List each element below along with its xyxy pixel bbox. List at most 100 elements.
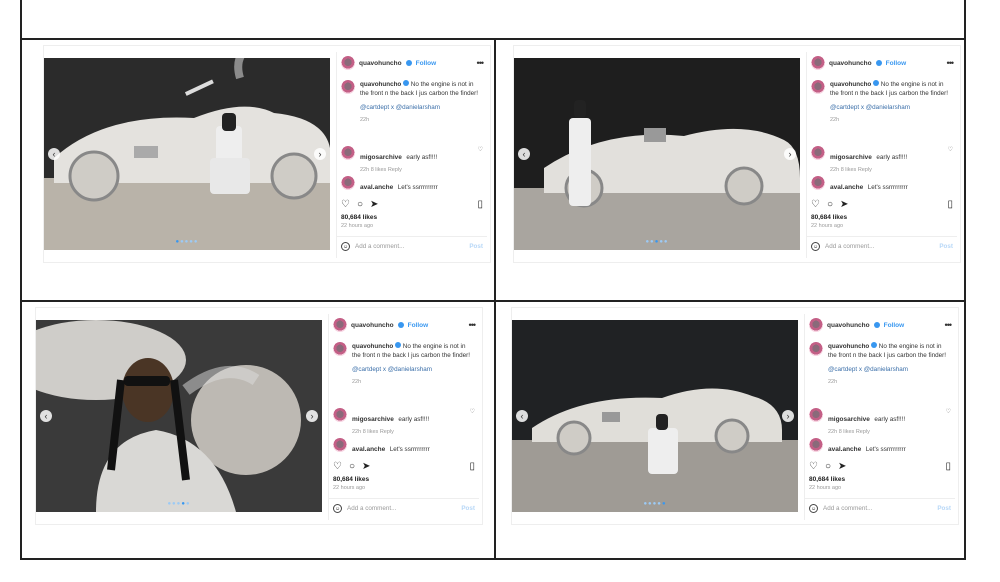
follow-button[interactable]: Follow [416, 60, 437, 67]
share-icon[interactable]: ➤ [838, 461, 846, 472]
comment-input[interactable]: Add a comment... [347, 505, 396, 512]
caption-username[interactable]: quavohuncho [830, 81, 871, 88]
more-options-icon[interactable]: ••• [477, 58, 485, 68]
like-count[interactable]: 80,684 likes [341, 214, 377, 221]
comment-username[interactable]: aval.anche [360, 184, 393, 191]
post-media[interactable]: ‹ › ●●●●● [514, 58, 800, 250]
comment-icon[interactable]: ○ [357, 199, 363, 210]
avatar[interactable] [811, 80, 825, 94]
more-options-icon[interactable]: ••• [469, 320, 477, 330]
comment-meta[interactable]: 22h 8 likes Reply [360, 167, 437, 173]
comment-username[interactable]: migosarchive [352, 416, 394, 423]
follow-button[interactable]: Follow [884, 322, 905, 329]
heart-icon[interactable]: ♡ [333, 461, 342, 472]
previous-slide-button[interactable]: ‹ [48, 148, 60, 160]
avatar[interactable] [811, 56, 825, 70]
comment-username[interactable]: migosarchive [828, 416, 870, 423]
more-options-icon[interactable]: ••• [947, 58, 955, 68]
heart-icon[interactable]: ♡ [341, 199, 350, 210]
comment-icon[interactable]: ○ [825, 461, 831, 472]
post-media[interactable]: ‹ › ●●●●● [512, 320, 798, 512]
caption-tags[interactable]: @cartdept x @danielarsham [828, 366, 951, 375]
comment-username[interactable]: aval.anche [828, 446, 861, 453]
share-icon[interactable]: ➤ [370, 199, 378, 210]
caption-username[interactable]: quavohuncho [352, 343, 393, 350]
comment-username[interactable]: migosarchive [360, 154, 402, 161]
emoji-icon[interactable]: ☺ [333, 504, 342, 513]
comment-input[interactable]: Add a comment... [825, 243, 874, 250]
heart-icon[interactable]: ♡ [948, 146, 953, 153]
avatar[interactable] [811, 176, 825, 190]
avatar[interactable] [333, 438, 347, 452]
like-count[interactable]: 80,684 likes [333, 476, 369, 483]
comment-username[interactable]: migosarchive [830, 154, 872, 161]
next-slide-button[interactable]: › [314, 148, 326, 160]
comment-username[interactable]: aval.anche [830, 184, 863, 191]
follow-button[interactable]: Follow [408, 322, 429, 329]
username[interactable]: quavohuncho [351, 322, 394, 329]
comment-meta[interactable]: 22h 8 likes Reply [828, 429, 905, 435]
heart-icon[interactable]: ♡ [470, 408, 475, 415]
avatar[interactable] [811, 146, 825, 160]
share-icon[interactable]: ➤ [362, 461, 370, 472]
post-comment-button[interactable]: Post [937, 505, 951, 512]
avatar[interactable] [333, 318, 347, 332]
heart-icon[interactable]: ♡ [809, 461, 818, 472]
heart-icon[interactable]: ♡ [811, 199, 820, 210]
caption-tags[interactable]: @cartdept x @danielarsham [352, 366, 475, 375]
like-count[interactable]: 80,684 likes [811, 214, 847, 221]
caption-tags[interactable]: @cartdept x @danielarsham [360, 104, 483, 113]
bookmark-icon[interactable]: ▯ [945, 461, 951, 472]
post-comment-button[interactable]: Post [469, 243, 483, 250]
username[interactable]: quavohuncho [359, 60, 402, 67]
avatar[interactable] [341, 146, 355, 160]
avatar[interactable] [333, 342, 347, 356]
previous-slide-button[interactable]: ‹ [516, 410, 528, 422]
caption-username[interactable]: quavohuncho [360, 81, 401, 88]
previous-slide-button[interactable]: ‹ [40, 410, 52, 422]
comment-input[interactable]: Add a comment... [823, 505, 872, 512]
caption-tags[interactable]: @cartdept x @danielarsham [830, 104, 953, 113]
next-slide-button[interactable]: › [784, 148, 796, 160]
comment-meta[interactable]: 22h 8 likes Reply [352, 429, 429, 435]
username[interactable]: quavohuncho [829, 60, 872, 67]
heart-icon[interactable]: ♡ [478, 146, 483, 153]
post-media[interactable]: ‹ › ●●●●● [36, 320, 322, 512]
comment-input[interactable]: Add a comment... [355, 243, 404, 250]
avatar[interactable] [341, 176, 355, 190]
caption-username[interactable]: quavohuncho [828, 343, 869, 350]
comment-meta[interactable]: 22h 8 likes Reply [830, 167, 907, 173]
add-comment-bar: ☺ Add a comment... Post [805, 498, 955, 518]
comment-username[interactable]: aval.anche [352, 446, 385, 453]
comment-icon[interactable]: ○ [349, 461, 355, 472]
post-media[interactable]: ‹ › ●●●●● [44, 58, 330, 250]
heart-icon[interactable]: ♡ [946, 408, 951, 415]
username[interactable]: quavohuncho [827, 322, 870, 329]
emoji-icon[interactable]: ☺ [341, 242, 350, 251]
bookmark-icon[interactable]: ▯ [477, 199, 483, 210]
emoji-icon[interactable]: ☺ [809, 504, 818, 513]
bookmark-icon[interactable]: ▯ [947, 199, 953, 210]
avatar[interactable] [809, 342, 823, 356]
comment-icon[interactable]: ○ [827, 199, 833, 210]
avatar[interactable] [809, 438, 823, 452]
follow-button[interactable]: Follow [886, 60, 907, 67]
avatar[interactable] [341, 80, 355, 94]
instagram-post: ‹ › ●●●●● quavohuncho Follow ••• quavohu… [36, 308, 482, 524]
post-comment-button[interactable]: Post [461, 505, 475, 512]
bookmark-icon[interactable]: ▯ [469, 461, 475, 472]
post-photo [514, 58, 800, 250]
next-slide-button[interactable]: › [306, 410, 318, 422]
share-icon[interactable]: ➤ [840, 199, 848, 210]
more-options-icon[interactable]: ••• [945, 320, 953, 330]
previous-slide-button[interactable]: ‹ [518, 148, 530, 160]
like-count[interactable]: 80,684 likes [809, 476, 845, 483]
avatar[interactable] [809, 408, 823, 422]
avatar[interactable] [809, 318, 823, 332]
avatar[interactable] [341, 56, 355, 70]
next-slide-button[interactable]: › [782, 410, 794, 422]
post-comment-button[interactable]: Post [939, 243, 953, 250]
emoji-icon[interactable]: ☺ [811, 242, 820, 251]
comment-text: early asf!!!! [406, 154, 438, 161]
avatar[interactable] [333, 408, 347, 422]
